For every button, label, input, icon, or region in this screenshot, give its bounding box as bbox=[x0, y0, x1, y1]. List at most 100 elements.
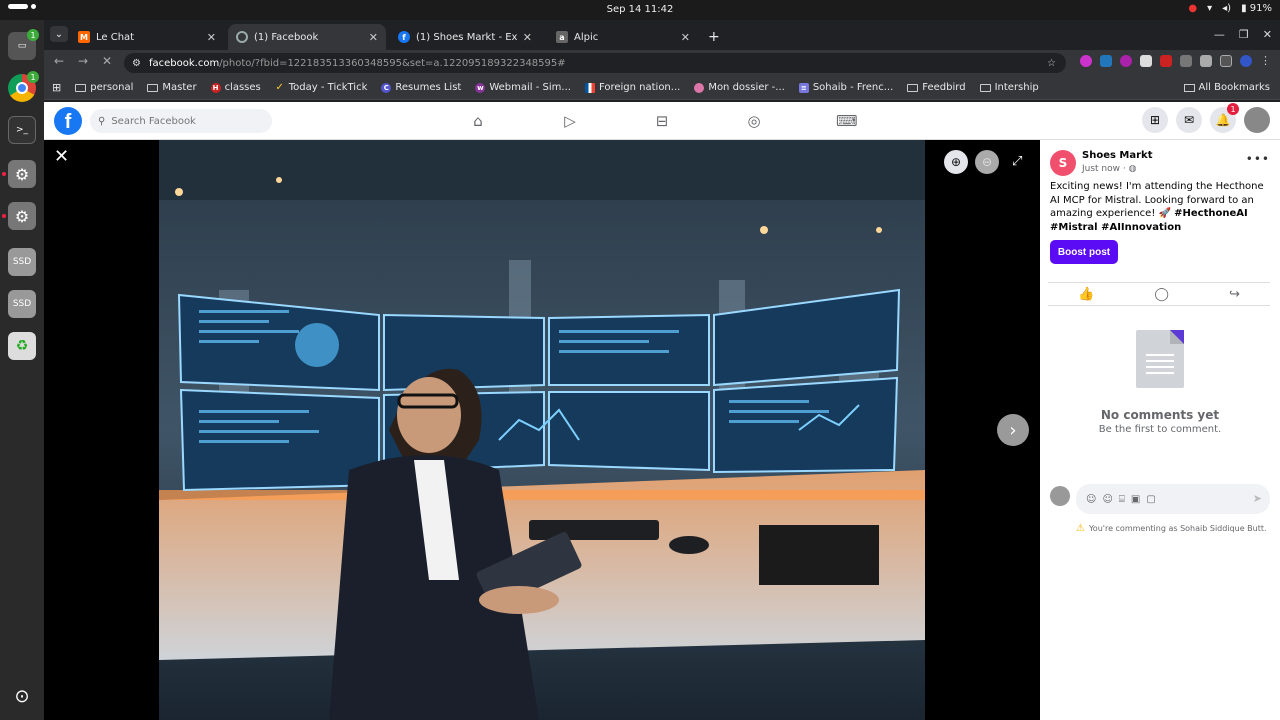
comment-icon[interactable]: ◯ bbox=[1154, 287, 1169, 302]
stop-loading-icon[interactable]: ✕ bbox=[102, 54, 112, 68]
globe-icon: ◍ bbox=[1128, 164, 1137, 174]
h-icon: H bbox=[210, 82, 221, 93]
post-photo[interactable] bbox=[159, 140, 925, 720]
terminal-icon[interactable]: >_ bbox=[8, 116, 36, 144]
next-photo-button[interactable]: › bbox=[997, 414, 1029, 446]
bookmarks-bar: ⊞ personal Master Hclasses ✓ Today - Tick… bbox=[44, 76, 1280, 100]
chrome-icon[interactable]: 1 bbox=[8, 71, 39, 102]
address-bar[interactable]: ⚙ facebook.com/photo/?fbid=1221835133603… bbox=[124, 53, 1066, 73]
account-avatar[interactable] bbox=[1244, 107, 1270, 133]
menu-icon[interactable]: ⋮ bbox=[1260, 55, 1272, 67]
badge-icon: 1 bbox=[27, 71, 39, 83]
notification-badge: 1 bbox=[1227, 103, 1239, 115]
split-view-icon[interactable] bbox=[1220, 55, 1232, 67]
extension-icon[interactable] bbox=[1180, 55, 1192, 67]
restore-icon[interactable]: ❐ bbox=[1239, 28, 1249, 41]
ssd-drive-icon-2[interactable]: SSD bbox=[8, 290, 36, 318]
forward-icon[interactable]: → bbox=[78, 54, 88, 68]
tab-list-button[interactable]: ⌄ bbox=[50, 26, 68, 42]
close-icon[interactable]: ✕ bbox=[54, 146, 69, 167]
bookmark-intership[interactable]: Intership bbox=[979, 82, 1039, 93]
gaming-icon[interactable]: ⌨ bbox=[836, 112, 858, 130]
minimize-icon[interactable]: — bbox=[1214, 28, 1225, 41]
bookmark-feedbird[interactable]: Feedbird bbox=[907, 82, 966, 93]
bookmark-foreign-nation[interactable]: Foreign nation... bbox=[584, 82, 680, 93]
comment-input[interactable]: ☺ ☺ ⌸ ▣ ▢ ➤ bbox=[1076, 484, 1270, 514]
extension-icon[interactable] bbox=[1160, 55, 1172, 67]
settings-icon[interactable]: ⚙ bbox=[2, 160, 36, 188]
settings-icon-2[interactable]: ⚙ bbox=[2, 202, 36, 230]
close-tab-icon[interactable]: ✕ bbox=[523, 31, 532, 44]
bookmark-classes[interactable]: Hclasses bbox=[210, 82, 261, 93]
tab-alpic[interactable]: a Alpic ✕ bbox=[548, 24, 698, 50]
toolbar: ← → ✕ ⚙ facebook.com/photo/?fbid=1221835… bbox=[44, 50, 1280, 76]
badge-icon: 1 bbox=[27, 29, 39, 41]
messenger-icon[interactable]: ✉ bbox=[1176, 107, 1202, 133]
app-grid-icon[interactable]: ⊙ bbox=[8, 682, 36, 710]
dock-files-icon[interactable]: ▭ 1 bbox=[8, 29, 39, 60]
video-icon[interactable]: ▷ bbox=[560, 112, 580, 130]
tab-le-chat[interactable]: M Le Chat ✕ bbox=[70, 24, 224, 50]
zoom-in-icon[interactable]: ⊕ bbox=[944, 150, 968, 174]
bookmark-mon-dossier[interactable]: Mon dossier -... bbox=[694, 82, 785, 93]
search-input[interactable] bbox=[111, 115, 252, 127]
system-tray[interactable]: ● ▾ ◂) ▮ 91% bbox=[1188, 3, 1272, 14]
home-icon[interactable]: ⌂ bbox=[468, 112, 488, 130]
bookmark-ticktick[interactable]: ✓ Today - TickTick bbox=[275, 82, 368, 93]
new-tab-button[interactable]: + bbox=[702, 24, 726, 50]
system-top-bar: Sep 14 11:42 ● ▾ ◂) ▮ 91% bbox=[0, 0, 1280, 20]
close-tab-icon[interactable]: ✕ bbox=[207, 31, 216, 44]
page-avatar[interactable]: S bbox=[1050, 150, 1076, 176]
bookmark-webmail[interactable]: w Webmail - Sim... bbox=[475, 82, 571, 93]
fullscreen-icon[interactable]: ⤢ bbox=[1012, 154, 1022, 169]
apps-icon[interactable]: ⊞ bbox=[52, 81, 61, 94]
ssd-drive-icon[interactable]: SSD bbox=[8, 248, 36, 276]
notifications-icon[interactable]: 🔔 1 bbox=[1210, 103, 1239, 133]
more-options-icon[interactable]: ••• bbox=[1246, 152, 1270, 166]
send-icon[interactable]: ➤ bbox=[1253, 492, 1262, 505]
bookmark-master[interactable]: Master bbox=[147, 82, 197, 93]
extensions-puzzle-icon[interactable] bbox=[1200, 55, 1212, 67]
groups-icon[interactable]: ◎ bbox=[744, 112, 764, 130]
sticker-icon[interactable]: ▢ bbox=[1146, 494, 1155, 505]
site-info-icon[interactable]: ⚙ bbox=[132, 58, 141, 69]
extension-icon[interactable] bbox=[1140, 55, 1152, 67]
share-icon[interactable]: ↪ bbox=[1229, 287, 1240, 302]
bookmark-personal[interactable]: personal bbox=[75, 82, 133, 93]
close-tab-icon[interactable]: ✕ bbox=[369, 31, 378, 44]
trash-icon[interactable]: ♻ bbox=[8, 332, 36, 360]
search-box[interactable]: ⚲ bbox=[90, 109, 272, 133]
tab-title: (1) Shoes Markt - Excitin bbox=[416, 31, 517, 43]
alpic-icon: a bbox=[556, 31, 568, 43]
check-icon: ✓ bbox=[275, 82, 284, 93]
bookmark-resumes[interactable]: C Resumes List bbox=[381, 82, 461, 93]
facebook-header: f ⚲ ⌂ ▷ ⊟ ◎ ⌨ ⊞ ✉ 🔔1 bbox=[44, 102, 1280, 140]
tab-shoes-markt[interactable]: f (1) Shoes Markt - Excitin ✕ bbox=[390, 24, 540, 50]
zoom-out-icon[interactable]: ⊖ bbox=[975, 150, 999, 174]
facebook-logo[interactable]: f bbox=[54, 107, 82, 135]
tab-facebook[interactable]: (1) Facebook ✕ bbox=[228, 24, 386, 50]
extension-icon[interactable] bbox=[1120, 55, 1132, 67]
bookmark-sohaib-french[interactable]: ≡ Sohaib - Frenc... bbox=[798, 82, 893, 93]
close-tab-icon[interactable]: ✕ bbox=[681, 31, 690, 44]
camera-icon[interactable]: ⌸ bbox=[1119, 494, 1125, 505]
commenting-as-notice: ⚠ You're commenting as Sohaib Siddique B… bbox=[1076, 523, 1267, 534]
profile-icon[interactable] bbox=[1240, 55, 1252, 67]
gif-icon[interactable]: ▣ bbox=[1131, 494, 1140, 505]
all-bookmarks-button[interactable]: All Bookmarks bbox=[1183, 82, 1270, 93]
extensions-area: ⋮ bbox=[1080, 55, 1272, 67]
like-icon[interactable]: 👍 bbox=[1078, 287, 1094, 302]
system-clock[interactable]: Sep 14 11:42 bbox=[0, 4, 1280, 15]
close-window-icon[interactable]: ✕ bbox=[1263, 28, 1272, 41]
page-name[interactable]: Shoes Markt bbox=[1082, 150, 1152, 161]
user-avatar[interactable] bbox=[1050, 486, 1070, 506]
emoji-icon[interactable]: ☺ bbox=[1102, 494, 1112, 505]
bookmark-star-icon[interactable]: ☆ bbox=[1047, 58, 1056, 69]
marketplace-icon[interactable]: ⊟ bbox=[652, 112, 672, 130]
menu-grid-icon[interactable]: ⊞ bbox=[1142, 107, 1168, 133]
extension-icon[interactable] bbox=[1100, 55, 1112, 67]
avatar-sticker-icon[interactable]: ☺ bbox=[1086, 494, 1096, 505]
back-icon[interactable]: ← bbox=[54, 54, 64, 68]
boost-post-button[interactable]: Boost post bbox=[1050, 240, 1118, 264]
extension-icon[interactable] bbox=[1080, 55, 1092, 67]
